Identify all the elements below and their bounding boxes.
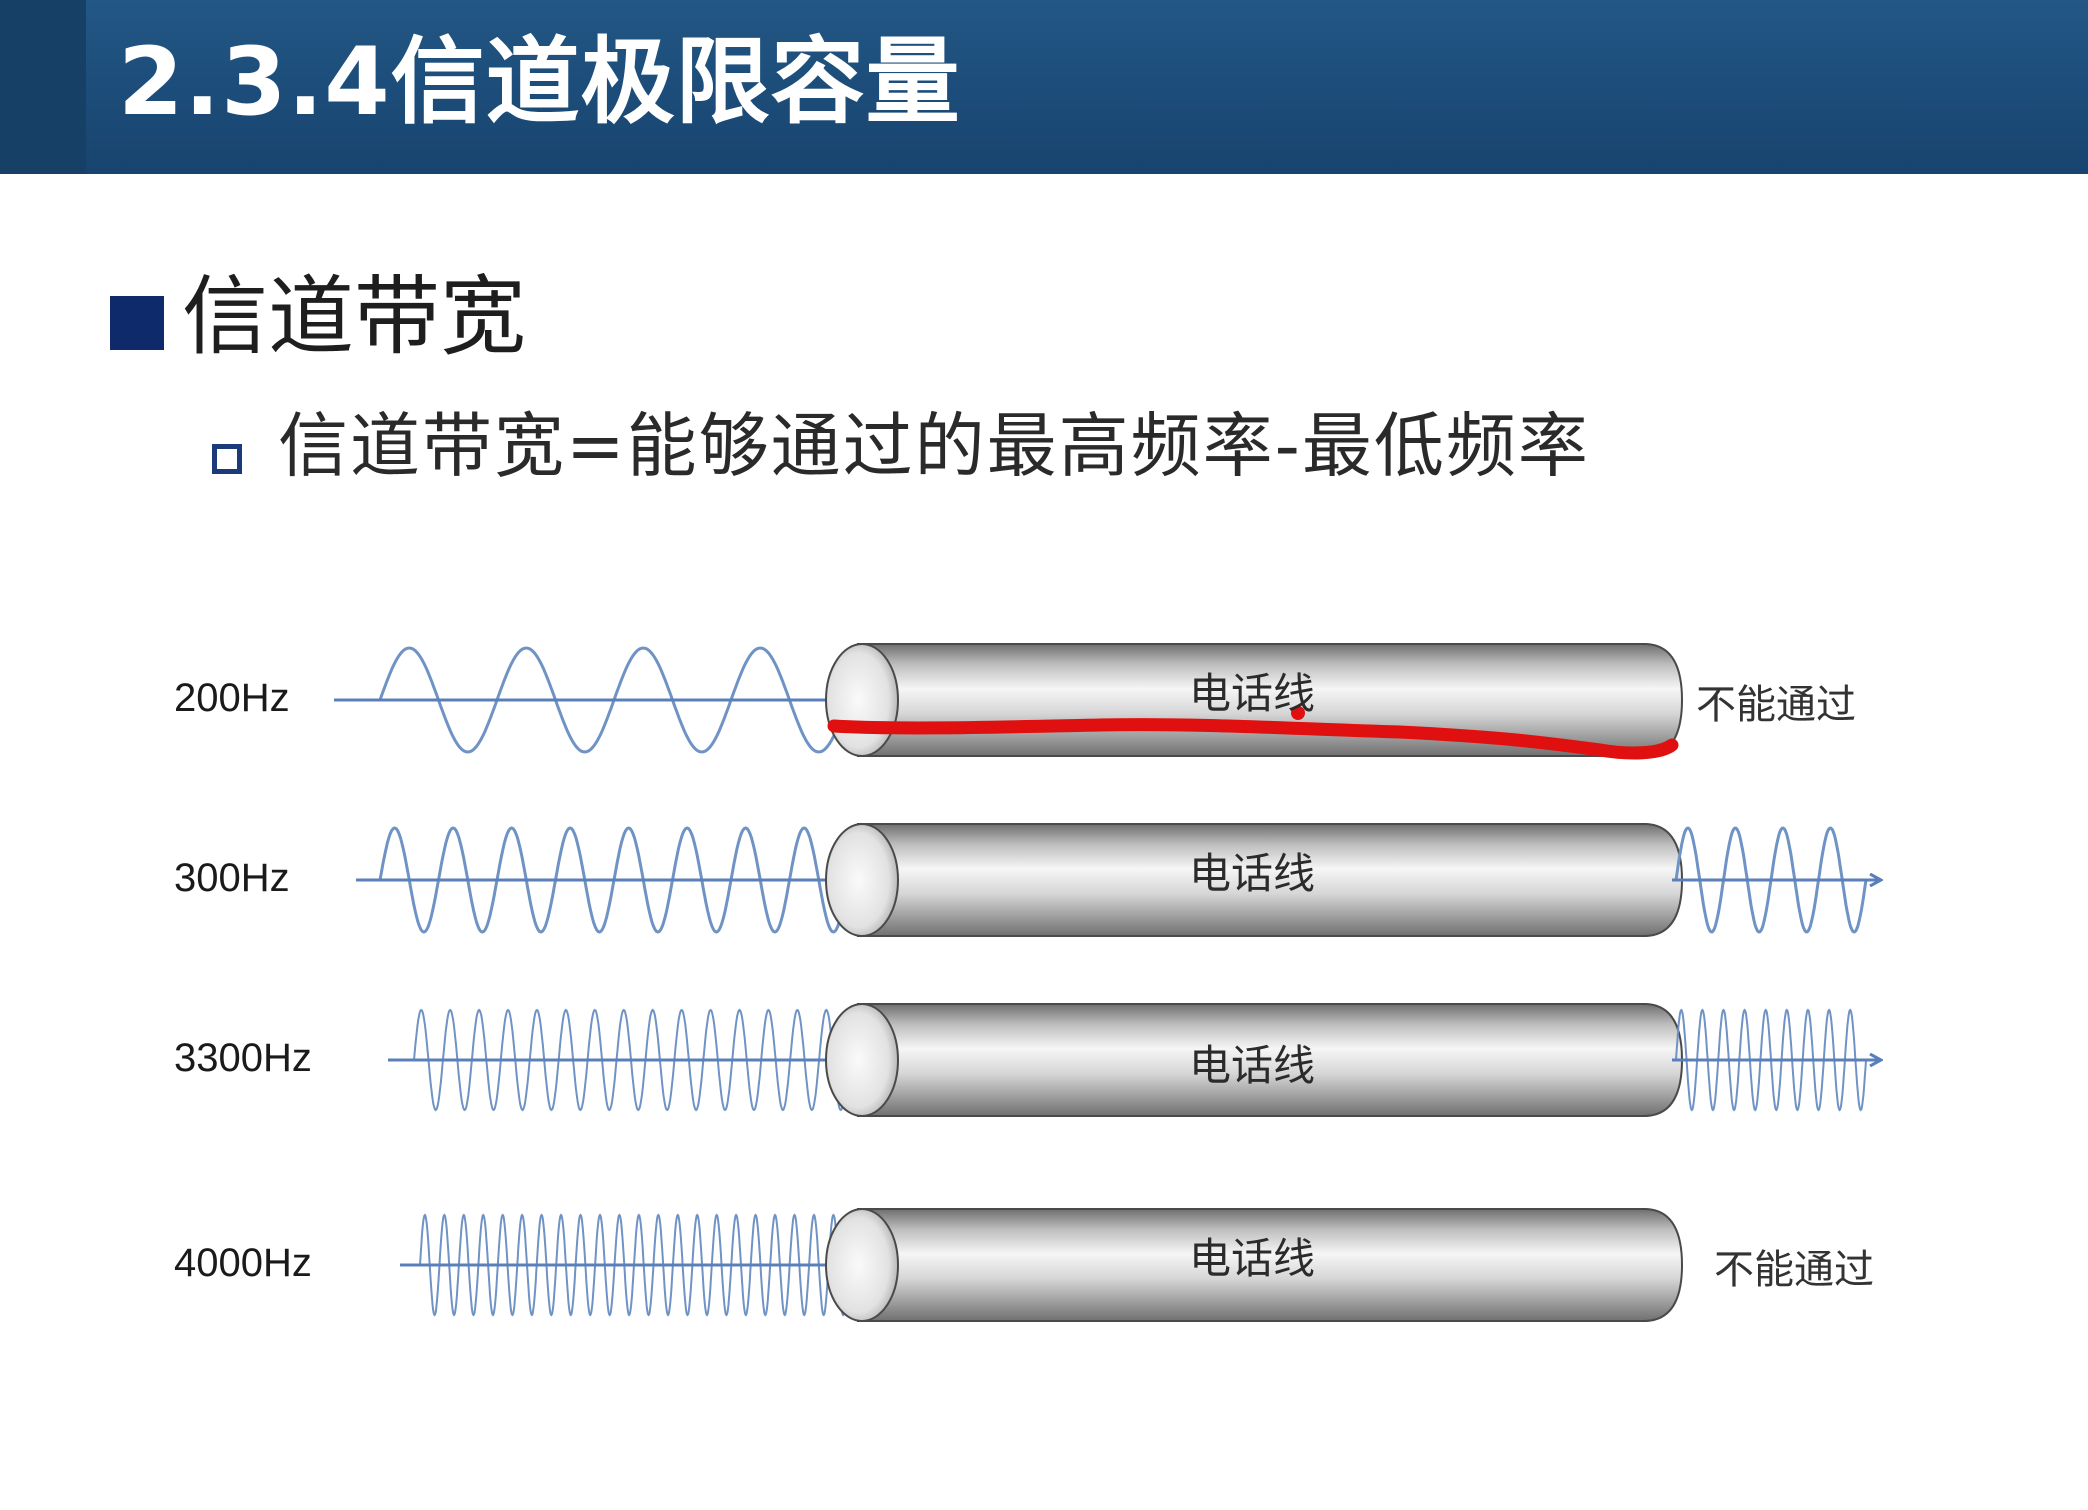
blocked-label: 不能通过 bbox=[1696, 682, 1856, 728]
blocked-label: 不能通过 bbox=[1714, 1247, 1874, 1293]
pipe-label: 电话线 bbox=[1188, 1234, 1316, 1283]
pipe-label: 电话线 bbox=[1188, 849, 1316, 898]
pipe-label: 电话线 bbox=[1188, 1041, 1316, 1090]
frequency-label: 3300Hz bbox=[174, 1036, 312, 1080]
frequency-label: 300Hz bbox=[174, 856, 290, 900]
frequency-label: 200Hz bbox=[174, 676, 290, 720]
frequency-label: 4000Hz bbox=[174, 1241, 312, 1285]
diagram-labels: 200Hz 电话线 不能通过 300Hz 电话线 3300Hz 电话线 4000Hz 电话线 不能… bbox=[0, 0, 2088, 1510]
pipe-label: 电话线 bbox=[1188, 669, 1316, 718]
